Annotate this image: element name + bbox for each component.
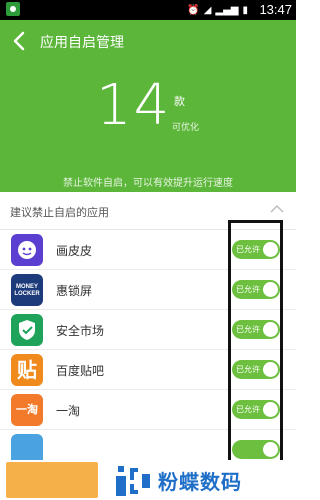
app-name: 惠锁屏 (56, 284, 93, 298)
tieba-icon: 贴 (11, 354, 43, 386)
autostart-toggle[interactable]: 已允许 (232, 320, 280, 339)
toggle-label: 已允许 (236, 325, 260, 334)
page-title: 应用自启管理 (40, 35, 124, 51)
back-button[interactable] (10, 30, 30, 52)
toggle-knob (263, 442, 278, 457)
chevron-up-icon[interactable] (270, 204, 284, 214)
notification-app-icon (6, 2, 20, 16)
shield-store-icon (11, 314, 43, 346)
toggle-knob (263, 402, 278, 417)
yitao-icon: 一淘 (11, 394, 43, 426)
count-unit: 款 (174, 95, 185, 108)
toggle-knob (263, 242, 278, 257)
app-name: 一淘 (56, 404, 81, 418)
list-item: MONEY LOCKER 惠锁屏 已允许 (0, 270, 296, 310)
toggle-label: 已允许 (236, 245, 260, 254)
status-bar: ⏰ ◢ ▂▄▆ ▮ 13:47 (0, 0, 296, 20)
app-name: 画皮皮 (56, 244, 93, 258)
brand-watermark: 粉蝶数码 (158, 470, 242, 494)
butterfly-logo-icon (116, 466, 150, 496)
app-name: 百度贴吧 (56, 364, 105, 378)
footer-bar: 粉蝶数码 (0, 460, 296, 500)
chevron-left-icon (13, 31, 25, 51)
app-name: 安全市场 (56, 324, 105, 338)
status-icons: ⏰ ◢ ▂▄▆ ▮ (187, 3, 248, 17)
toggle-knob (263, 282, 278, 297)
toggle-label: 已允许 (236, 365, 260, 374)
toggle-label: 已允许 (236, 405, 260, 414)
toggle-knob (263, 362, 278, 377)
autostart-toggle[interactable]: 已允许 (232, 400, 280, 419)
status-time: 13:47 (259, 2, 292, 17)
signal-icon: ▂▄▆ (215, 4, 239, 16)
toggle-label: 已允许 (236, 285, 260, 294)
money-locker-icon: MONEY LOCKER (11, 274, 43, 306)
autostart-toggle[interactable] (232, 440, 280, 459)
one-click-button[interactable] (6, 462, 98, 498)
toggle-knob (263, 322, 278, 337)
wifi-icon: ◢ (203, 4, 212, 16)
autostart-toggle[interactable]: 已允许 (232, 240, 280, 259)
list-item: 一淘 一淘 已允许 (0, 390, 296, 430)
autostart-toggle[interactable]: 已允许 (232, 360, 280, 379)
face-icon (11, 234, 43, 266)
autostart-toggle[interactable]: 已允许 (232, 280, 280, 299)
list-item: 贴 百度贴吧 已允许 (0, 350, 296, 390)
list-item: 安全市场 已允许 (0, 310, 296, 350)
alarm-icon: ⏰ (187, 4, 200, 16)
count-caption: 可优化 (172, 123, 200, 133)
optimizable-count: 14 (96, 73, 172, 138)
tip-text: 禁止软件自启，可以有效提升运行速度 (63, 178, 233, 189)
header-panel: 应用自启管理 14 款 可优化 禁止软件自启，可以有效提升运行速度 (0, 20, 296, 192)
section-header[interactable]: 建议禁止自启的应用 (0, 192, 296, 230)
battery-icon: ▮ (242, 4, 248, 16)
section-label: 建议禁止自启的应用 (10, 206, 109, 219)
list-item: 画皮皮 已允许 (0, 230, 296, 270)
